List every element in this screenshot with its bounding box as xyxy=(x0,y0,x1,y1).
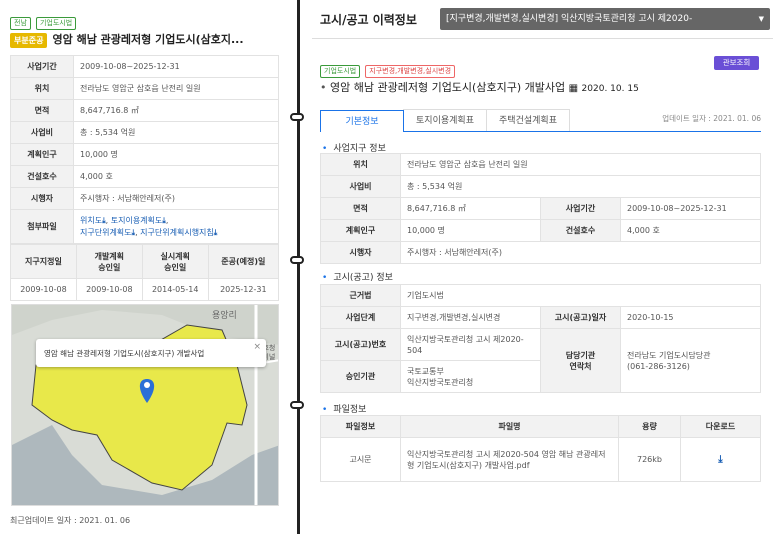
map-label: 용앙리 xyxy=(212,309,237,321)
table-row: 시행자 주시행자 : 서남해안레저(주) xyxy=(10,187,279,210)
project-title: 영암 해남 관광레저형 기업도시(삼호지... xyxy=(52,32,244,46)
chevron-down-icon: ▼ xyxy=(758,15,764,23)
map-popup-text: 영암 해남 관광레저형 기업도시(삼호지구) 개발사업 xyxy=(44,349,205,358)
file-table: 파일정보 파일명 용량 다운로드 고시문 익산지방국토관리청 고시 제2020-… xyxy=(320,415,761,482)
download-icon: ⤓ xyxy=(162,215,166,225)
attachment-link[interactable]: 토지이용계획도⤓ xyxy=(111,216,166,225)
tab-housing[interactable]: 주택건설계획표 xyxy=(486,109,570,131)
download-icon: ⤓ xyxy=(213,227,218,237)
gazette-select[interactable]: [지구변경,개발변경,실시변경] 익산지방국토관리청 고시 제2020- ▼ xyxy=(440,8,770,30)
tab-basic-info[interactable]: 기본정보 xyxy=(320,110,404,132)
table-row: 계획인구 10,000 명 xyxy=(10,143,279,166)
update-date: 업데이트 일자 : 2021. 01. 06 xyxy=(662,114,761,123)
link-icon xyxy=(290,256,304,264)
download-icon: ⤓ xyxy=(102,215,106,225)
attachment-row: 첨부파일 위치도⤓, 토지이용계획도⤓, 지구단위계획도⤓, 지구단위계획시행지… xyxy=(10,209,279,244)
table-row: 건설호수 4,000 호 xyxy=(10,165,279,188)
date-table: 지구지정일 개발계획 승인일 실시계획 승인일 준공(예정)일 2009-10-… xyxy=(10,244,280,301)
gazette-info-table: 근거법 기업도시법 사업단계 지구변경,개발변경,실시변경 고시(공고)일자 2020-… xyxy=(320,284,761,393)
attachment-link[interactable]: 지구단위계획도⤓ xyxy=(80,228,135,237)
section-heading: 파일정보 xyxy=(320,402,366,415)
tab-land-use[interactable]: 토지이용계획표 xyxy=(403,109,487,131)
gazette-select-value: [지구변경,개발변경,실시변경] 익산지방국토관리청 고시 제2020- xyxy=(446,14,693,24)
detail-panel: 전남 기업도시법 부분준공 영암 해남 관광레저형 기업도시(삼호지... 사업… xyxy=(0,0,290,534)
last-updated: 최근업데이트 일자 : 2021. 01. 06 xyxy=(10,516,131,525)
status-badge: 부분준공 xyxy=(10,33,48,48)
download-icon[interactable]: ⤓ xyxy=(718,454,722,465)
gazette-panel: 고시/공고 이력정보 [지구변경,개발변경,실시변경] 익산지방국토관리청 고시… xyxy=(312,0,773,534)
tag-row: 기업도시법 지구변경,개발변경,실시변경 xyxy=(320,58,456,78)
table-row: 면적 8,647,716.8 ㎡ xyxy=(10,99,279,122)
stage-tag: 지구변경,개발변경,실시변경 xyxy=(365,65,456,78)
project-info-table: 사업기간 2009-10-08~2025-12-31 위치 전라남도 영암군 삼호읍… xyxy=(10,55,279,244)
law-tag: 기업도시법 xyxy=(320,65,361,78)
gazette-title-row: • 영암 해남 관광레저형 기업도시(삼호지구) 개발사업 ▦ 2020. 10… xyxy=(320,81,639,94)
map-canvas[interactable]: 용앙리 서호청터미널 xyxy=(12,305,279,506)
gazette-date: 2020. 10. 15 xyxy=(581,84,639,94)
close-icon[interactable]: × xyxy=(253,342,261,352)
project-heading: 부분준공 영암 해남 관광레저형 기업도시(삼호지... xyxy=(10,28,244,48)
gazette-title: 영암 해남 관광레저형 기업도시(삼호지구) 개발사업 xyxy=(330,81,566,94)
table-row: 위치 전라남도 영암군 삼호읍 난전리 일원 xyxy=(10,77,279,100)
tab-bar: 기본정보 토지이용계획표 주택건설계획표 업데이트 일자 : 2021. 01.… xyxy=(320,109,761,132)
link-icon xyxy=(290,401,304,409)
calendar-icon: ▦ xyxy=(568,83,579,94)
table-row: 사업비 총 : 5,534 억원 xyxy=(10,121,279,144)
tag-row: 전남 기업도시법 xyxy=(10,10,77,30)
project-map[interactable]: 용앙리 서호청터미널 영암 해남 관광레저형 기업도시(삼호지구) 개발사업 × xyxy=(11,304,279,506)
download-icon: ⤓ xyxy=(131,227,136,237)
table-row: 사업기간 2009-10-08~2025-12-31 xyxy=(10,55,279,78)
map-popup: 영암 해남 관광레저형 기업도시(삼호지구) 개발사업 × xyxy=(36,339,266,367)
gazette-button[interactable]: 관보조회 xyxy=(714,56,759,70)
attachment-link[interactable]: 위치도⤓ xyxy=(80,216,106,225)
section-heading: 고시(공고) 정보 xyxy=(320,270,393,283)
district-info-table: 위치 전라남도 영암군 삼호읍 난전리 일원 사업비 총 : 5,534 억원 면적… xyxy=(320,153,761,264)
attachment-link[interactable]: 지구단위계획시행지침⤓ xyxy=(140,228,217,237)
link-icon xyxy=(290,113,304,121)
panel-divider xyxy=(297,0,300,534)
table-row: 고시문 익산지방국토관리청 고시 제2020-504 영암 해남 관광레저형 기… xyxy=(320,437,761,482)
panel-header-title: 고시/공고 이력정보 xyxy=(320,13,417,27)
